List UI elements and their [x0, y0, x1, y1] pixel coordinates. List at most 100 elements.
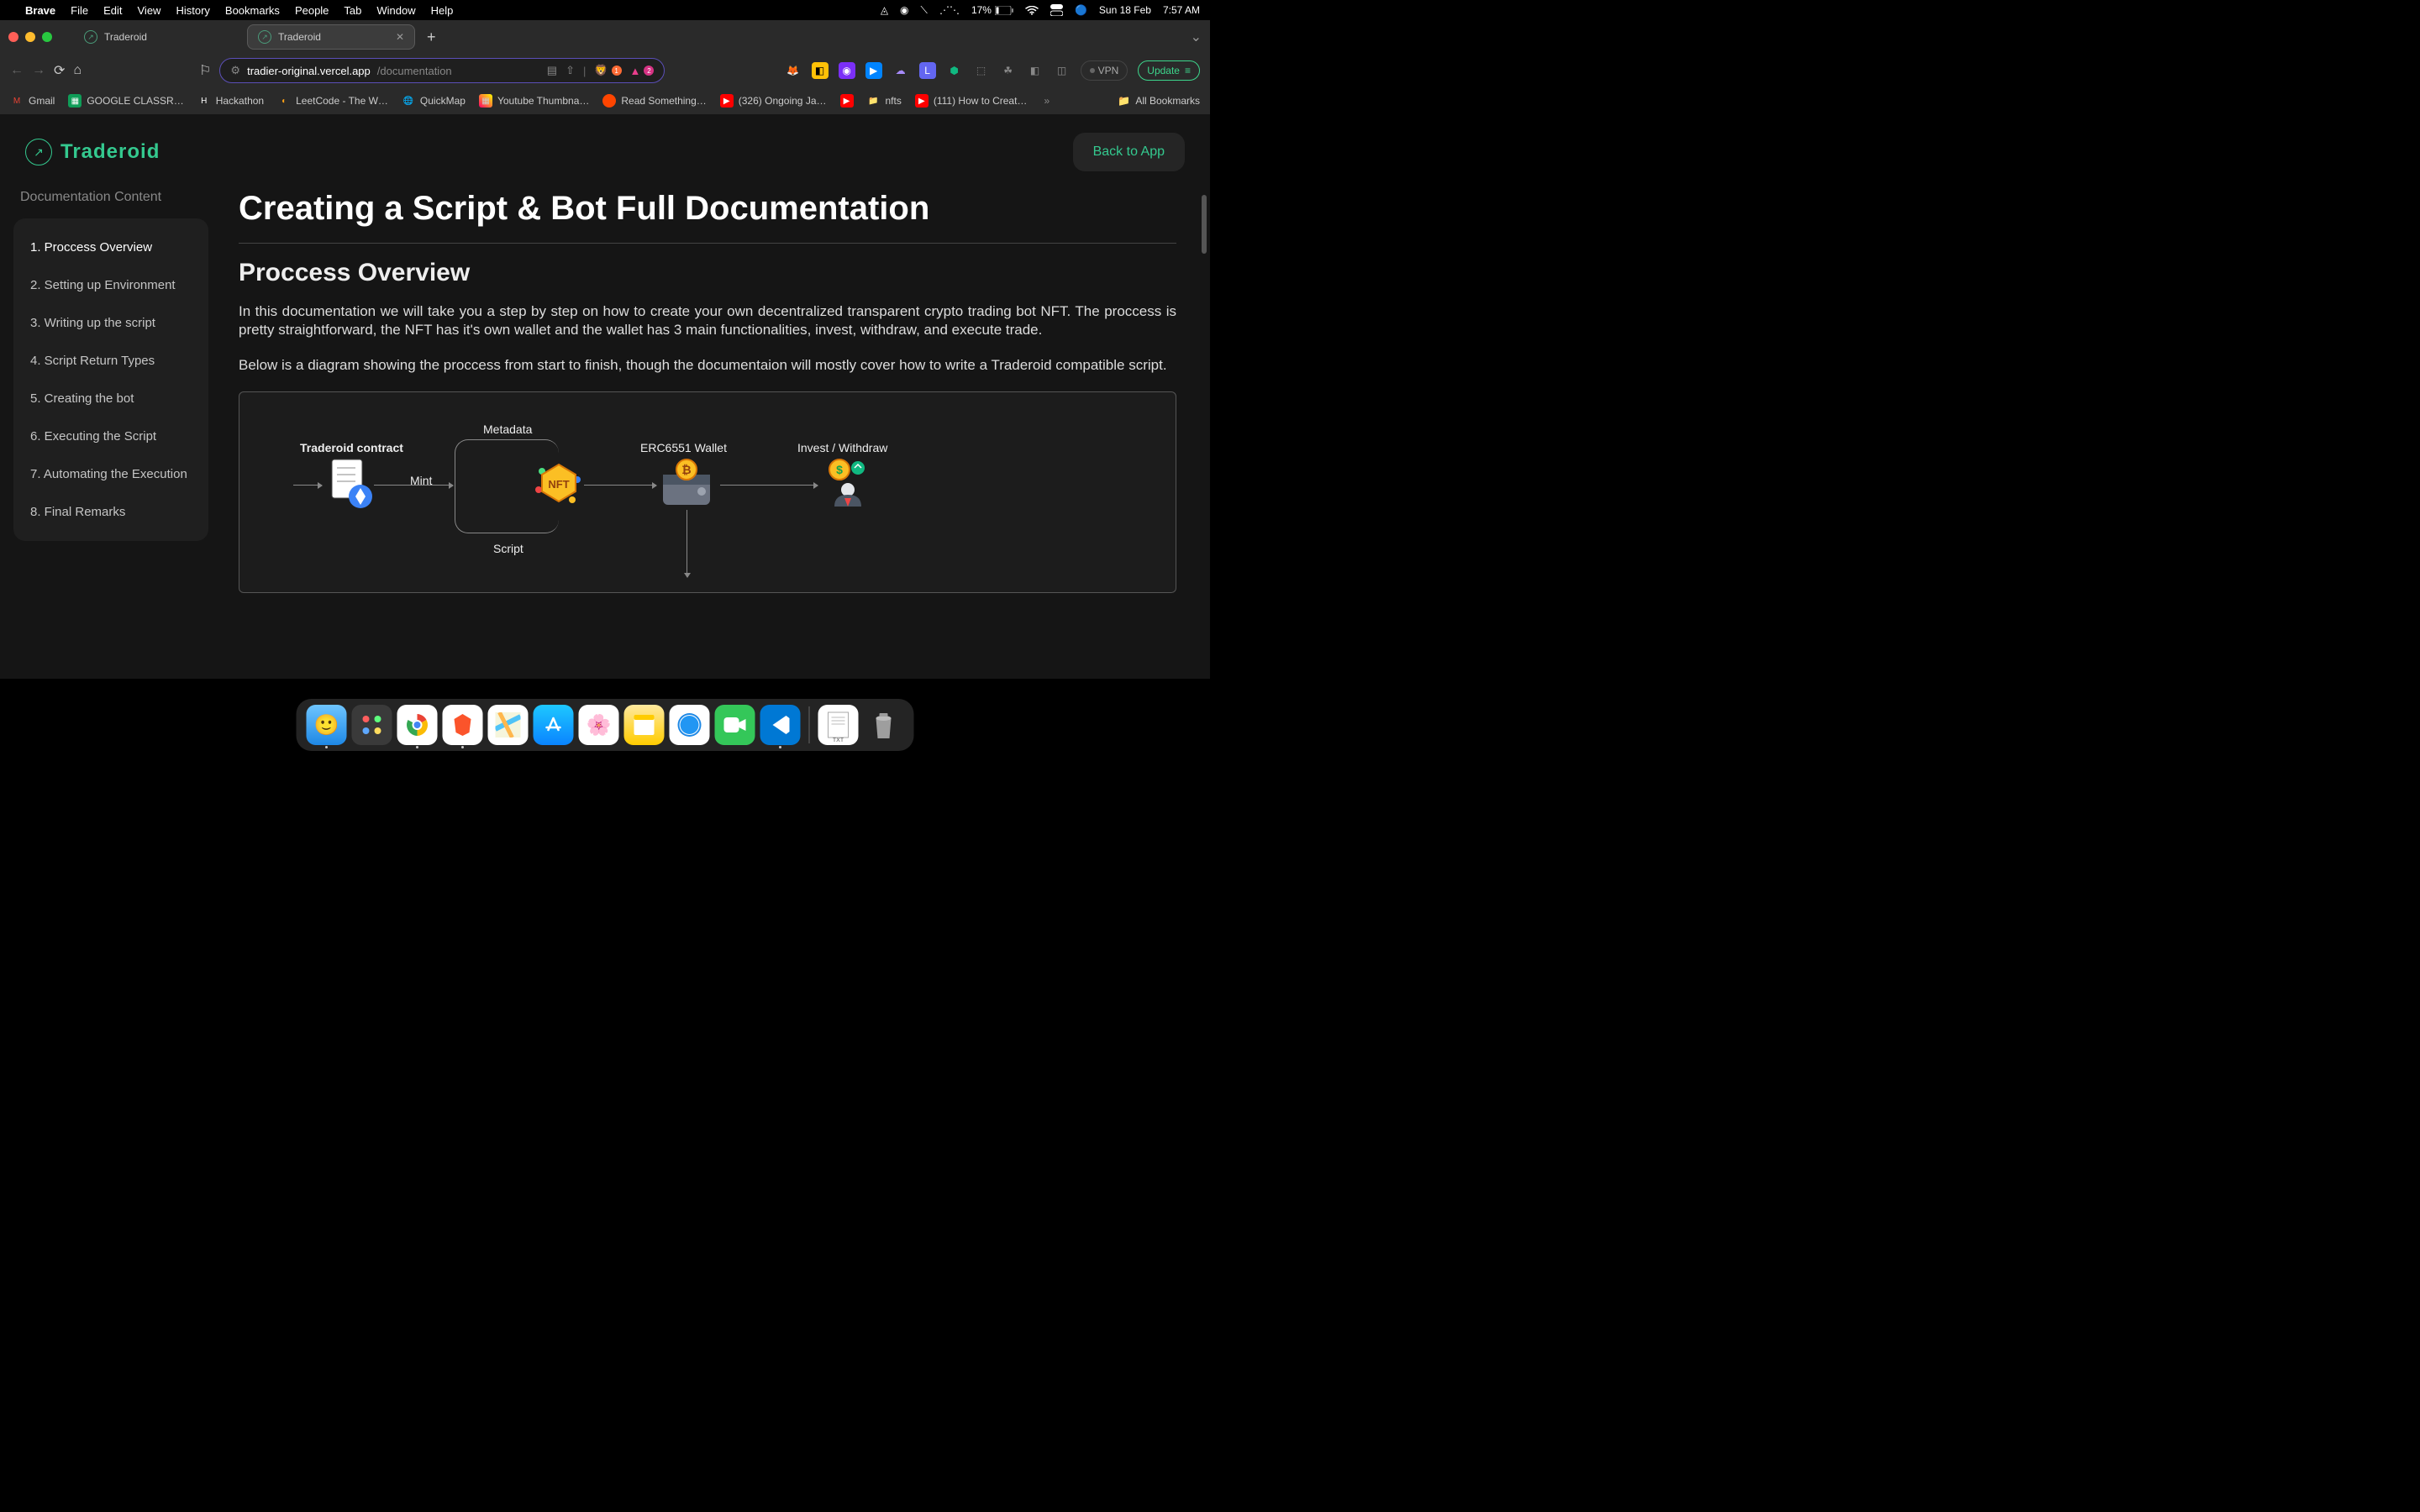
scrollbar-thumb[interactable] [1202, 195, 1207, 254]
address-bar[interactable]: ⚙ tradier-original.vercel.app/documentat… [219, 58, 665, 83]
main-content[interactable]: Creating a Script & Bot Full Documentati… [222, 190, 1210, 679]
photos-icon[interactable]: 🌸 [579, 705, 619, 745]
forward-button[interactable]: → [32, 63, 45, 78]
record-icon[interactable]: ◉ [900, 4, 908, 16]
launchpad-icon[interactable] [352, 705, 392, 745]
sidebar-item-creating-bot[interactable]: 5. Creating the bot [13, 380, 208, 417]
site-settings-icon[interactable]: ⚙ [230, 64, 240, 77]
control-center-icon[interactable] [1050, 4, 1063, 16]
bookmark-read-something[interactable]: Read Something… [602, 94, 706, 108]
menu-tab[interactable]: Tab [344, 4, 361, 17]
reload-button[interactable]: ⟳ [54, 62, 65, 79]
all-bookmarks[interactable]: 📁All Bookmarks [1118, 95, 1200, 107]
logo[interactable]: ↗ Traderoid [25, 139, 160, 165]
metamask-icon[interactable]: 🦊 [785, 62, 802, 79]
share-icon[interactable]: ⇧ [566, 64, 575, 77]
chrome-icon[interactable] [397, 705, 438, 745]
logo-icon: ↗ [25, 139, 52, 165]
facetime-icon[interactable] [715, 705, 755, 745]
reader-icon[interactable]: ▤ [547, 64, 557, 77]
bookmark-nfts[interactable]: 📁nfts [867, 94, 902, 108]
tab-dropdown-icon[interactable]: ⌄ [1191, 29, 1202, 45]
maximize-window[interactable] [42, 32, 52, 42]
vscode-icon[interactable] [760, 705, 801, 745]
dots-icon[interactable]: ⋰⋱ [939, 4, 960, 16]
sidebar-icon[interactable]: ◧ [1027, 62, 1044, 79]
menubar-time[interactable]: 7:57 AM [1163, 4, 1200, 16]
bookmark-how-to-create[interactable]: ▶(111) How to Creat… [915, 94, 1028, 108]
brave-shield-icon[interactable]: 🦁1 [594, 64, 621, 77]
bookmark-quickmap[interactable]: 🌐QuickMap [402, 94, 466, 108]
bookmark-gmail[interactable]: MGmail [10, 94, 55, 108]
bookmarks-overflow[interactable]: » [1044, 95, 1050, 107]
diagram-arrow [374, 485, 453, 486]
trash-icon[interactable] [864, 705, 904, 745]
update-button[interactable]: Update≡ [1138, 60, 1200, 81]
section-title: Proccess Overview [239, 259, 1176, 287]
menu-view[interactable]: View [138, 4, 161, 17]
bookmark-leetcode[interactable]: ◐LeetCode - The W… [277, 94, 388, 108]
leaf-icon[interactable]: ☘ [1000, 62, 1017, 79]
svg-text:₿: ₿ [681, 463, 691, 476]
close-tab-icon[interactable]: ✕ [396, 31, 404, 43]
brave-icon[interactable] [443, 705, 483, 745]
sidebar-item-writing-script[interactable]: 3. Writing up the script [13, 304, 208, 342]
ext-icon-6[interactable]: ⬢ [946, 62, 963, 79]
tab-1-active[interactable]: ↗ Traderoid ✕ [247, 24, 415, 50]
textfile-icon[interactable]: TXT [818, 705, 859, 745]
bookmark-icon[interactable]: ⚐ [199, 62, 211, 79]
bookmark-hackathon[interactable]: HHackathon [197, 94, 264, 108]
home-button[interactable]: ⌂ [73, 63, 82, 78]
page-title: Creating a Script & Bot Full Documentati… [239, 190, 1176, 244]
sidebar-item-final-remarks[interactable]: 8. Final Remarks [13, 493, 208, 531]
back-button[interactable]: ← [10, 63, 24, 78]
menu-edit[interactable]: Edit [103, 4, 122, 17]
back-to-app-button[interactable]: Back to App [1073, 133, 1185, 171]
ext-icon-4[interactable]: ☁ [892, 62, 909, 79]
vpn-button[interactable]: VPN [1081, 60, 1128, 81]
diagram-label-wallet: ERC6551 Wallet [640, 441, 727, 454]
brave-rewards-icon[interactable]: ▲2 [630, 65, 655, 77]
ext-icon-1[interactable]: ◧ [812, 62, 829, 79]
menu-bookmarks[interactable]: Bookmarks [225, 4, 280, 17]
notes-icon[interactable] [624, 705, 665, 745]
ext-icon-2[interactable]: ◉ [839, 62, 855, 79]
battery-percent: 17% [971, 4, 992, 16]
sidebar-item-setup-env[interactable]: 2. Setting up Environment [13, 266, 208, 304]
close-window[interactable] [8, 32, 18, 42]
menu-history[interactable]: History [176, 4, 209, 17]
menu-file[interactable]: File [71, 4, 88, 17]
safari-icon[interactable] [670, 705, 710, 745]
bookmark-ongoing[interactable]: ▶(326) Ongoing Ja… [720, 94, 827, 108]
bookmark-google-classroom[interactable]: ▦GOOGLE CLASSR… [68, 94, 183, 108]
tool-icon[interactable]: ⟍ [921, 4, 928, 17]
new-tab-button[interactable]: + [420, 29, 443, 46]
menubar-date[interactable]: Sun 18 Feb [1099, 4, 1151, 16]
sidebar-item-executing-script[interactable]: 6. Executing the Script [13, 417, 208, 455]
menu-help[interactable]: Help [431, 4, 454, 17]
wallet-icon[interactable]: ◫ [1054, 62, 1071, 79]
app-name[interactable]: Brave [25, 4, 55, 17]
extensions-icon[interactable]: ⬚ [973, 62, 990, 79]
ext-icon-3[interactable]: ▶ [865, 62, 882, 79]
docs-sidebar: Documentation Content 1. Proccess Overvi… [0, 190, 222, 679]
ext-icon-5[interactable]: L [919, 62, 936, 79]
sidebar-item-automating[interactable]: 7. Automating the Execution [13, 455, 208, 493]
tab-0[interactable]: ↗ Traderoid [74, 25, 242, 49]
triangle-icon[interactable]: ◬ [881, 4, 888, 16]
bookmark-yt[interactable]: ▶ [840, 94, 854, 108]
appstore-icon[interactable] [534, 705, 574, 745]
menu-window[interactable]: Window [376, 4, 415, 17]
paragraph: In this documentation we will take you a… [239, 302, 1176, 339]
sidebar-item-process-overview[interactable]: 1. Proccess Overview [13, 228, 208, 266]
bookmark-youtube-thumb[interactable]: ▦Youtube Thumbna… [479, 94, 589, 108]
minimize-window[interactable] [25, 32, 35, 42]
maps-icon[interactable] [488, 705, 529, 745]
sidebar-item-return-types[interactable]: 4. Script Return Types [13, 342, 208, 380]
menu-people[interactable]: People [295, 4, 329, 17]
wifi-icon[interactable] [1025, 6, 1039, 15]
battery-status[interactable]: 17% [971, 4, 1013, 16]
svg-text:NFT: NFT [548, 478, 569, 491]
finder-icon[interactable]: 🙂 [307, 705, 347, 745]
siri-icon[interactable]: 🔵 [1075, 4, 1087, 16]
